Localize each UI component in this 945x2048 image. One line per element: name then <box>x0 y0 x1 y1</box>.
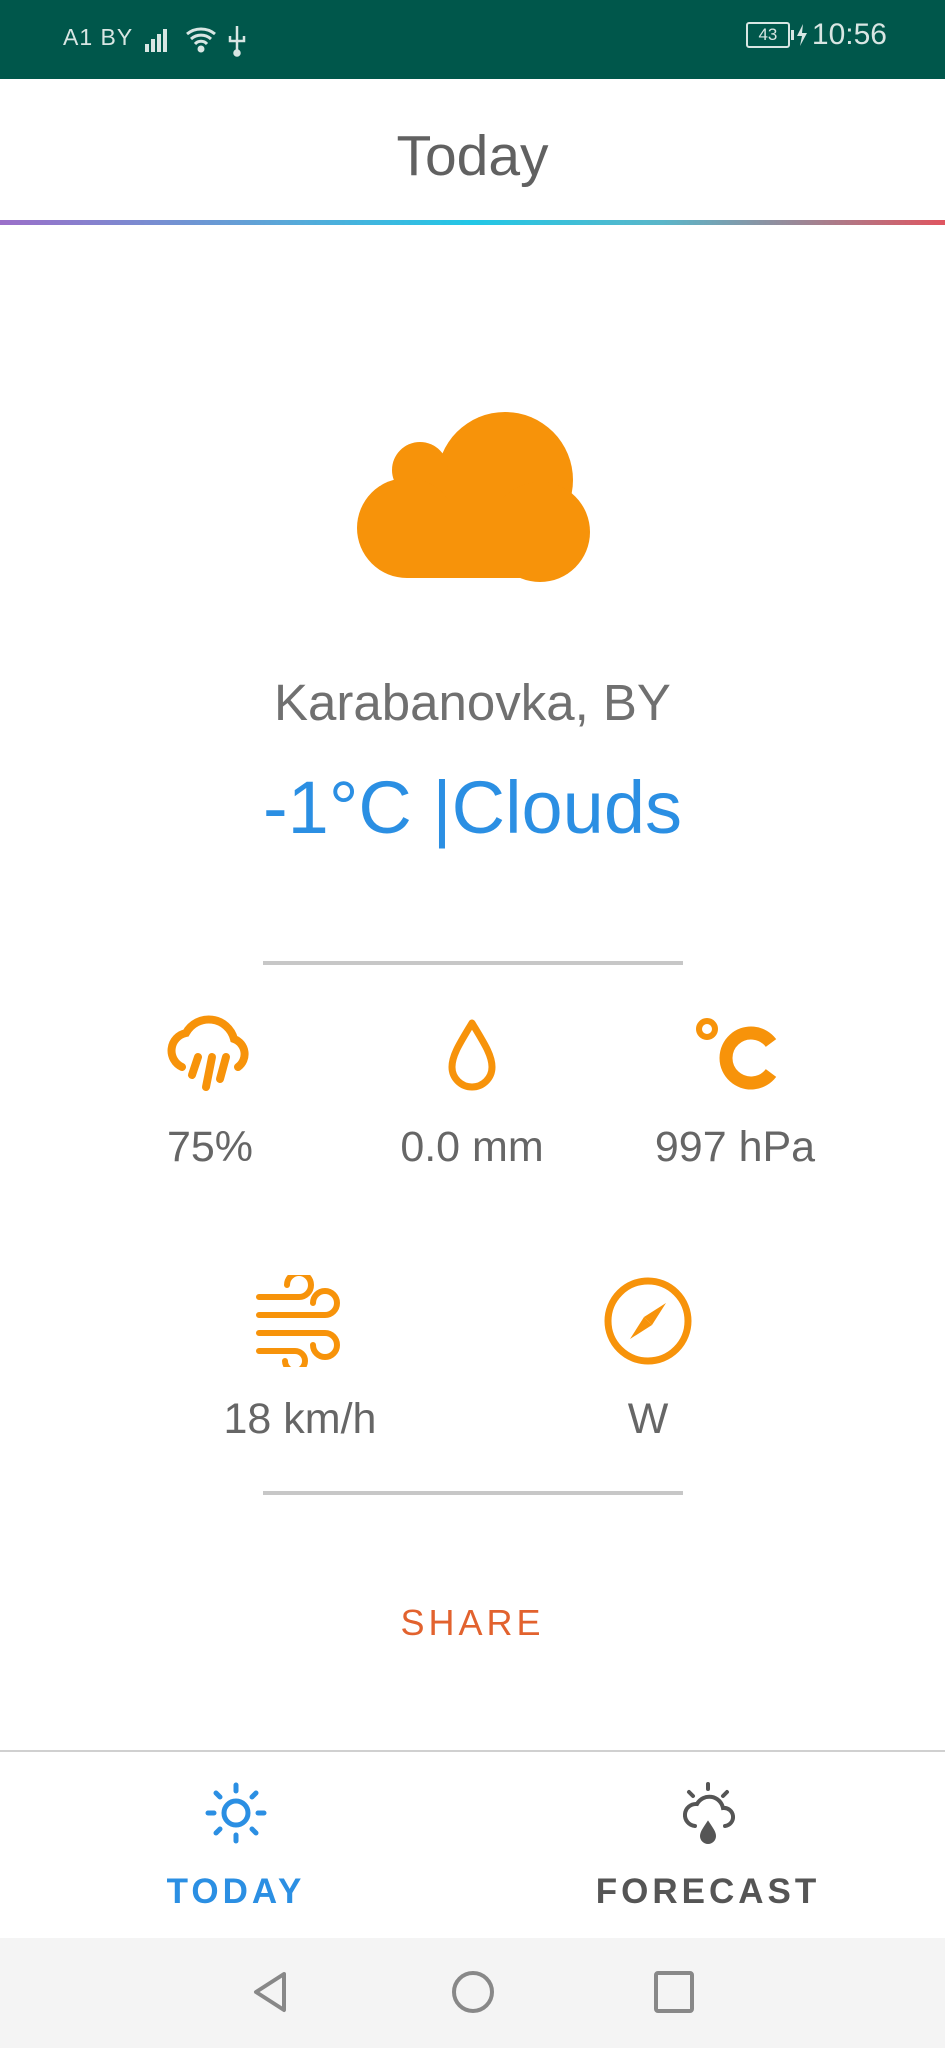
page-title: Today <box>396 124 549 188</box>
divider-top <box>263 961 683 965</box>
usb-icon <box>228 26 246 57</box>
humidity-stat: 75% <box>140 1015 280 1172</box>
humidity-value: 75% <box>166 1123 254 1171</box>
pressure-value: 997 hPa <box>654 1123 816 1171</box>
recents-icon[interactable] <box>651 1968 697 2016</box>
carrier-label: A1 BY <box>63 24 134 50</box>
clock: 10:56 <box>811 18 887 51</box>
nav-forecast-label: FORECAST <box>595 1872 821 1911</box>
wind-direction-value: W <box>627 1395 669 1443</box>
system-nav-bar <box>0 1938 945 2048</box>
header-accent-line <box>0 220 945 225</box>
status-bar: A1 BY 43 10:56 <box>0 0 945 79</box>
wind-icon <box>256 1275 340 1367</box>
wind-speed-stat: 18 km/h <box>200 1275 400 1444</box>
location-label: Karabanovka, BY <box>274 674 671 731</box>
celsius-icon <box>696 1018 777 1090</box>
precipitation-stat: 0.0 mm <box>372 1015 572 1172</box>
status-icons <box>143 20 263 65</box>
cloud-icon <box>345 410 600 595</box>
forecast-icon <box>682 1782 735 1844</box>
rain-cloud-icon <box>167 1015 249 1091</box>
battery-icon: 43 <box>745 22 794 48</box>
wifi-icon <box>186 27 216 53</box>
home-icon[interactable] <box>449 1968 497 2016</box>
wind-direction-stat: W <box>548 1275 748 1444</box>
pressure-stat: 997 hPa <box>635 1015 835 1172</box>
sun-icon <box>205 1782 267 1844</box>
nav-today-label: TODAY <box>166 1872 306 1911</box>
charging-icon <box>796 24 807 46</box>
divider-bottom <box>263 1491 683 1495</box>
water-drop-icon <box>448 1019 496 1091</box>
signal-icon <box>145 29 167 52</box>
bottom-nav: TODAY FORECAST <box>0 1750 945 1940</box>
nav-tab-forecast[interactable]: FORECAST <box>472 1752 944 1940</box>
nav-tab-today[interactable]: TODAY <box>0 1752 472 1940</box>
app-header: Today <box>0 79 945 224</box>
precipitation-value: 0.0 mm <box>400 1123 544 1171</box>
share-button[interactable]: SHARE <box>0 1602 945 1644</box>
wind-speed-value: 18 km/h <box>223 1395 377 1443</box>
back-icon[interactable] <box>248 1968 292 2016</box>
temperature-condition: -1°C |Clouds <box>263 766 682 849</box>
compass-icon <box>604 1277 692 1365</box>
